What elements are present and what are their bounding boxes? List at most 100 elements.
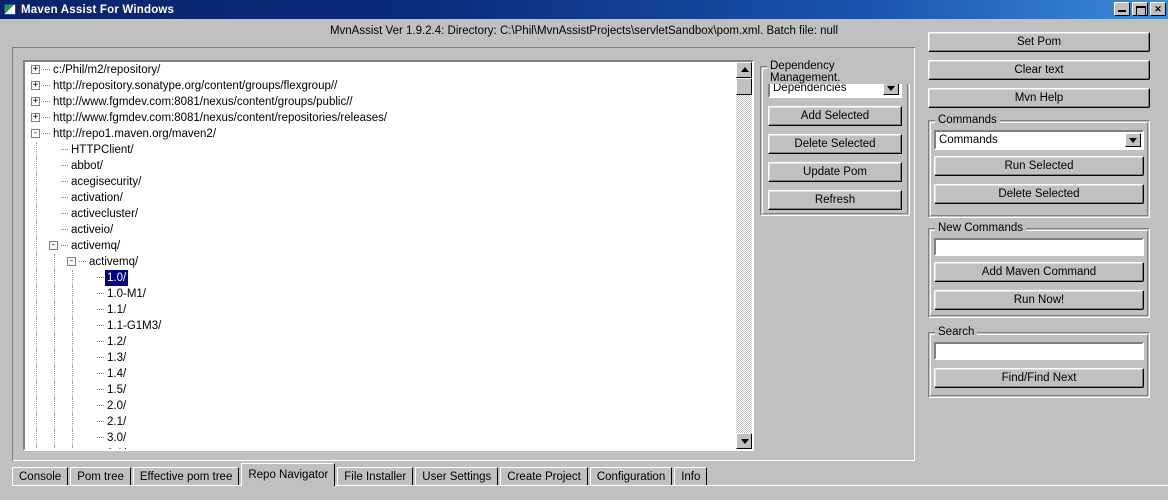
tab-console[interactable]: Console — [12, 467, 69, 485]
tree-guide-line — [36, 174, 37, 190]
delete-selected-command-button[interactable]: Delete Selected — [934, 184, 1144, 204]
tree-guide-line — [36, 158, 37, 174]
collapse-icon[interactable]: - — [49, 241, 58, 251]
tree-node[interactable]: 1.2/ — [25, 334, 736, 350]
search-group-title: Search — [935, 326, 978, 338]
maximize-button[interactable] — [1132, 2, 1148, 16]
tree-node[interactable]: 3.1/ — [25, 446, 736, 449]
tree-node[interactable]: + http://www.fgmdev.com:8081/nexus/conten… — [25, 94, 736, 110]
refresh-button[interactable]: Refresh — [768, 190, 902, 210]
tree-connector — [43, 68, 50, 71]
scroll-up-icon[interactable] — [736, 62, 752, 78]
expand-icon[interactable]: + — [31, 81, 40, 91]
expand-icon[interactable]: + — [31, 113, 40, 123]
mvn-help-button[interactable]: Mvn Help — [928, 88, 1150, 108]
tab-repo-navigator[interactable]: Repo Navigator — [241, 463, 336, 486]
new-command-input[interactable] — [934, 238, 1144, 256]
tree-node[interactable]: acegisecurity/ — [25, 174, 736, 190]
tree-node-label: 1.0-M1/ — [107, 288, 146, 300]
tab-effective-pom-tree[interactable]: Effective pom tree — [132, 467, 240, 485]
tree-node[interactable]: activation/ — [25, 190, 736, 206]
add-selected-button[interactable]: Add Selected — [768, 106, 902, 126]
tab-configuration[interactable]: Configuration — [589, 467, 673, 485]
tree-node[interactable]: + c:/Phil/m2/repository/ — [25, 62, 736, 78]
tab-pom-tree[interactable]: Pom tree — [70, 467, 131, 485]
tree-node[interactable]: 1.0-M1/ — [25, 286, 736, 302]
tree-leaf-stub — [49, 225, 58, 234]
tree-leaf-stub — [49, 193, 58, 202]
tree-guide-line — [36, 222, 37, 238]
chevron-down-icon[interactable] — [1125, 133, 1141, 147]
close-button[interactable]: ✕ — [1150, 2, 1166, 16]
tree-node-label: activemq/ — [89, 256, 139, 268]
tree-node[interactable]: 2.0/ — [25, 398, 736, 414]
tree-guide-line — [72, 350, 73, 366]
commands-combo[interactable]: Commands — [934, 130, 1144, 150]
tree-node-label: 1.5/ — [107, 384, 127, 396]
tree-node[interactable]: - http://repo1.maven.org/maven2/ — [25, 126, 736, 142]
scroll-down-icon[interactable] — [736, 433, 752, 449]
tab-file-installer[interactable]: File Installer — [337, 467, 414, 485]
title-bar: Maven Assist For Windows ✕ — [0, 0, 1168, 19]
tree-node[interactable]: 1.4/ — [25, 366, 736, 382]
tree-node[interactable]: 2.1/ — [25, 414, 736, 430]
tab-create-project[interactable]: Create Project — [500, 467, 588, 485]
tree-node[interactable]: abbot/ — [25, 158, 736, 174]
tree-node[interactable]: 1.1/ — [25, 302, 736, 318]
tree-node-label: 3.1/ — [105, 446, 128, 449]
tree-node[interactable]: - activemq/ — [25, 254, 736, 270]
tree-connector — [97, 292, 104, 295]
tree-guide-line — [36, 350, 37, 366]
tree-node-label: 1.2/ — [107, 336, 127, 348]
tree-node[interactable]: 3.0/ — [25, 430, 736, 446]
expand-icon[interactable]: + — [31, 97, 40, 107]
search-group: Search Find/Find Next — [928, 326, 1150, 398]
tree-node[interactable]: activeio/ — [25, 222, 736, 238]
collapse-icon[interactable]: - — [67, 257, 76, 267]
tree-node[interactable]: HTTPClient/ — [25, 142, 736, 158]
tree-node[interactable]: 1.5/ — [25, 382, 736, 398]
tree-node[interactable]: activecluster/ — [25, 206, 736, 222]
tree-node[interactable]: - activemq/ — [25, 238, 736, 254]
run-now-button[interactable]: Run Now! — [934, 290, 1144, 310]
tree-node-label: http://www.fgmdev.com:8081/nexus/content… — [53, 96, 353, 108]
tree-guide-line — [72, 334, 73, 350]
tree-node[interactable]: 1.3/ — [25, 350, 736, 366]
repo-tree[interactable]: + c:/Phil/m2/repository/ + http://repositor… — [25, 62, 736, 449]
tree-guide-line — [54, 382, 55, 398]
tree-node[interactable]: 1.1-G1M3/ — [25, 318, 736, 334]
tree-node[interactable]: + http://repository.sonatype.org/content/… — [25, 78, 736, 94]
tree-node[interactable]: + http://www.fgmdev.com:8081/nexus/conten… — [25, 110, 736, 126]
tree-connector — [97, 372, 104, 375]
tree-guide-line — [36, 254, 37, 270]
expand-icon[interactable]: + — [31, 65, 40, 75]
tab-info[interactable]: Info — [674, 467, 708, 485]
tree-vertical-scrollbar[interactable] — [736, 62, 752, 449]
add-maven-command-button[interactable]: Add Maven Command — [934, 262, 1144, 282]
find-find-next-button[interactable]: Find/Find Next — [934, 368, 1144, 388]
run-selected-button[interactable]: Run Selected — [934, 156, 1144, 176]
clear-text-button[interactable]: Clear text — [928, 60, 1150, 80]
tree-leaf-stub — [49, 177, 58, 186]
tree-guide-line — [72, 398, 73, 414]
minimize-button[interactable] — [1114, 2, 1130, 16]
tree-guide-line — [36, 414, 37, 430]
search-input[interactable] — [934, 342, 1144, 360]
set-pom-button[interactable]: Set Pom — [928, 32, 1150, 52]
tree-node-label: acegisecurity/ — [71, 176, 142, 188]
tree-guide-line — [72, 414, 73, 430]
tab-user-settings[interactable]: User Settings — [415, 467, 499, 485]
tree-node[interactable]: 1.0/ — [25, 270, 736, 286]
tree-guide-line — [36, 398, 37, 414]
update-pom-button[interactable]: Update Pom — [768, 162, 902, 182]
delete-selected-dependency-button[interactable]: Delete Selected — [768, 134, 902, 154]
new-commands-group: New Commands Add Maven Command Run Now! — [928, 222, 1150, 318]
tree-guide-line — [54, 446, 55, 449]
tree-guide-line — [36, 366, 37, 382]
tree-node-label: 2.0/ — [107, 400, 127, 412]
tree-leaf-stub — [85, 273, 94, 282]
app-icon — [3, 3, 17, 16]
tab-underline — [12, 485, 1168, 486]
scrollbar-thumb[interactable] — [736, 78, 752, 95]
collapse-icon[interactable]: - — [31, 129, 40, 139]
